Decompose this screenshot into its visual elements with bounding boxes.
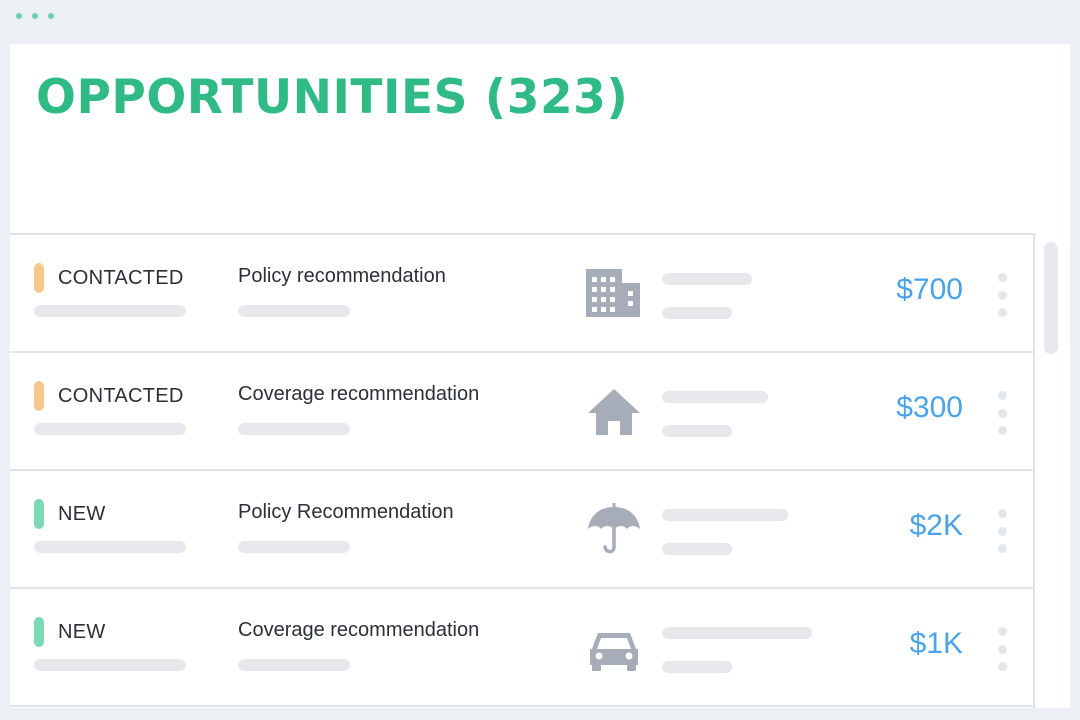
amount-label: $1K [909,627,963,660]
page-title: OPPORTUNITIES (323) [36,70,629,125]
amount-label: $2K [909,509,963,542]
building-icon [586,269,640,317]
info-placeholder [662,425,732,437]
window-dot [16,13,22,19]
more-options-icon[interactable] [992,391,1012,435]
amount-label: $300 [896,391,963,424]
window-dot [32,13,38,19]
description-placeholder [238,305,350,317]
description-label: Policy recommendation [238,265,446,287]
opportunities-list: CONTACTED Policy recommendation $700 CON… [10,233,1035,708]
house-icon [588,389,640,435]
opportunity-row[interactable]: CONTACTED Policy recommendation $700 [10,235,1033,353]
status-label: CONTACTED [58,385,184,407]
description-placeholder [238,423,350,435]
opportunities-panel: OPPORTUNITIES (323) CONTACTED Policy rec… [10,44,1070,708]
scrollbar-thumb[interactable] [1044,242,1058,354]
status-placeholder [34,305,186,317]
info-placeholder [662,509,788,521]
status-placeholder [34,423,186,435]
status-indicator [34,617,44,647]
status-placeholder [34,541,186,553]
window-dots [16,13,54,19]
description-placeholder [238,659,350,671]
status-indicator [34,263,44,293]
info-placeholder [662,307,732,319]
more-options-icon[interactable] [992,509,1012,553]
description-label: Coverage recommendation [238,383,480,405]
status-indicator [34,381,44,411]
status-indicator [34,499,44,529]
more-options-icon[interactable] [992,273,1012,317]
more-options-icon[interactable] [992,627,1012,671]
opportunity-row[interactable]: CONTACTED Coverage recommendation $300 [10,353,1033,471]
info-placeholder [662,273,752,285]
car-icon [590,633,638,671]
status-label: CONTACTED [58,267,184,289]
status-label: NEW [58,621,106,643]
info-placeholder [662,543,732,555]
umbrella-icon [588,503,640,554]
info-placeholder [662,627,812,639]
info-placeholder [662,661,732,673]
opportunity-row[interactable]: NEW Policy Recommendation $2K [10,471,1033,589]
description-label: Coverage recommendation [238,619,480,641]
status-label: NEW [58,503,106,525]
description-label: Policy Recommendation [238,501,454,523]
info-placeholder [662,391,768,403]
description-placeholder [238,541,350,553]
window-dot [48,13,54,19]
amount-label: $700 [896,273,963,306]
status-placeholder [34,659,186,671]
opportunity-row[interactable]: NEW Coverage recommendation $1K [10,589,1033,707]
